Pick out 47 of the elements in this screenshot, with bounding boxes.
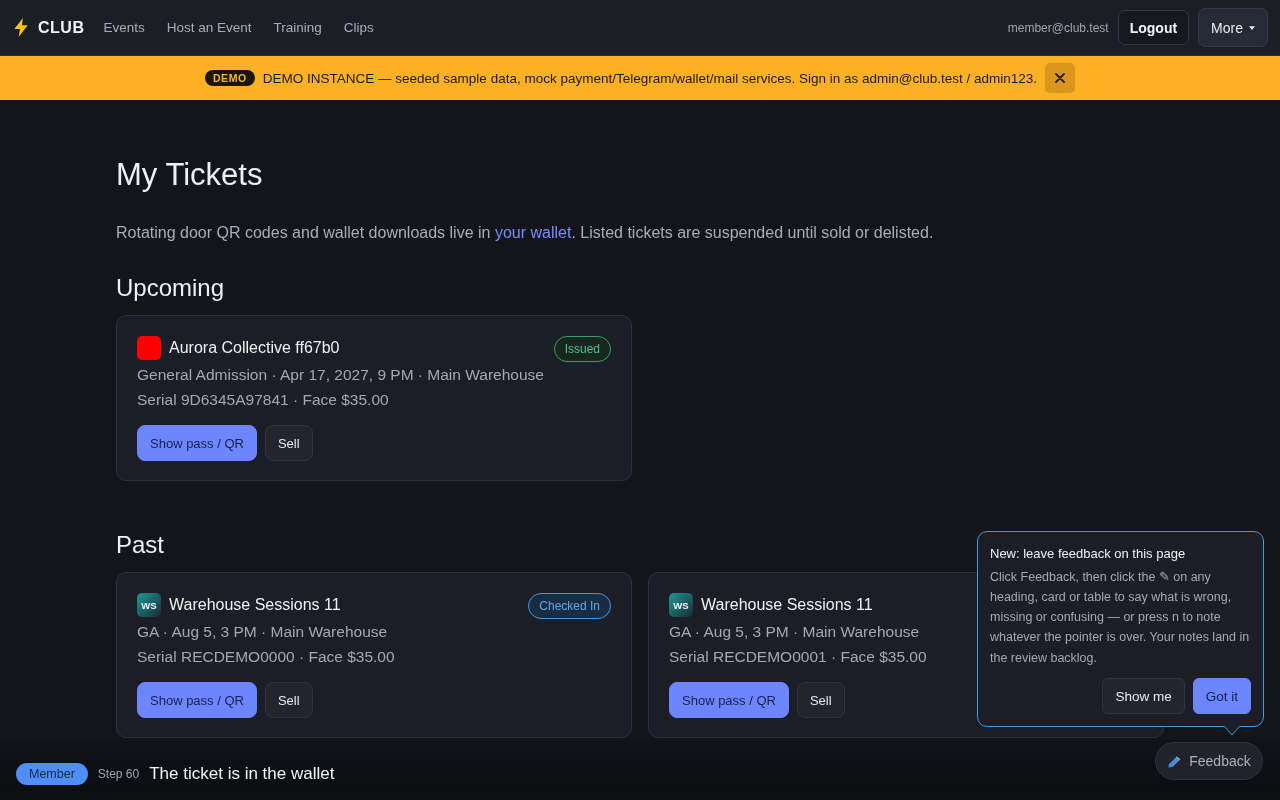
nav-link[interactable]: Clips	[343, 20, 374, 35]
status-badge: Checked In	[528, 593, 611, 619]
demo-badge: DEMO	[204, 70, 255, 86]
nav-link[interactable]: Host an Event	[166, 20, 252, 35]
ticket-details: General Admission · Apr 17, 2027, 9 PM · Main Warehouse	[137, 365, 544, 385]
nav-link[interactable]: Events	[103, 20, 145, 35]
section-heading: Past	[116, 530, 165, 560]
event-name: Aurora Collective ff67b0	[169, 339, 340, 357]
lightning-icon	[13, 18, 29, 37]
caret-icon	[1249, 25, 1255, 30]
ticket-serial: Serial 9D6345A97841 · Face $35.00	[137, 390, 389, 410]
more-button[interactable]: More	[1198, 8, 1268, 47]
popover-button[interactable]: Show me	[1102, 678, 1185, 714]
popover-button[interactable]: Got it	[1192, 678, 1251, 714]
feedback-button[interactable]: Feedback	[1155, 742, 1263, 780]
close-button[interactable]	[1045, 63, 1076, 93]
ticket-serial: Serial RECDEMO0000 · Face $35.00	[137, 647, 395, 667]
pen-icon	[1167, 754, 1183, 768]
logout-button[interactable]: Logout	[1117, 10, 1190, 45]
action-button[interactable]: Show pass / QR	[137, 425, 257, 461]
role-badge: Member	[16, 763, 88, 785]
event-initials: WS	[137, 593, 161, 617]
brand-name[interactable]: CLUB	[38, 18, 85, 37]
user-email: member@club.test	[1007, 20, 1109, 35]
step-number: Step 60	[97, 767, 140, 781]
ticket-details: GA · Aug 5, 3 PM · Main Warehouse	[137, 622, 388, 642]
wallet-link[interactable]: your wallet	[494, 224, 572, 241]
banner-message: DEMO INSTANCE — seeded sample data, mock payment/Telegram/wallet/mail services. Sign in as admin@club.test / admin123.	[262, 70, 1038, 86]
ticket-details: GA · Aug 5, 3 PM · Main Warehouse	[669, 622, 920, 642]
action-button[interactable]: Show pass / QR	[137, 682, 257, 718]
nav-link[interactable]: Training	[273, 20, 322, 35]
action-button[interactable]: Sell	[264, 682, 313, 718]
event-name: Warehouse Sessions 11	[701, 596, 873, 614]
status-badge: Issued	[553, 336, 611, 362]
close-icon	[1055, 73, 1066, 83]
page-title: My Tickets	[116, 156, 263, 194]
event-initials: WS	[669, 593, 693, 617]
event-name: Warehouse Sessions 11	[169, 596, 341, 614]
section-heading: Upcoming	[116, 273, 225, 303]
action-button[interactable]: Sell	[796, 682, 845, 718]
step-caption: The ticket is in the wallet	[149, 764, 335, 784]
popover-text: Click Feedback, then click the ✎ on any heading, card or table to say what is wrong, missing or confusing — or press n to note whatever the pointer is over. Your notes land in the review backlog.	[990, 568, 1251, 667]
ticket-serial: Serial RECDEMO0001 · Face $35.00	[669, 647, 927, 667]
action-button[interactable]: Show pass / QR	[669, 682, 789, 718]
intro-text: Rotating door QR codes and wallet downloads live in your wallet. Listed tickets are suspended until sold or delisted.	[116, 223, 934, 243]
popover-title: New: leave feedback on this page	[990, 544, 1187, 562]
action-button[interactable]: Sell	[264, 425, 313, 461]
